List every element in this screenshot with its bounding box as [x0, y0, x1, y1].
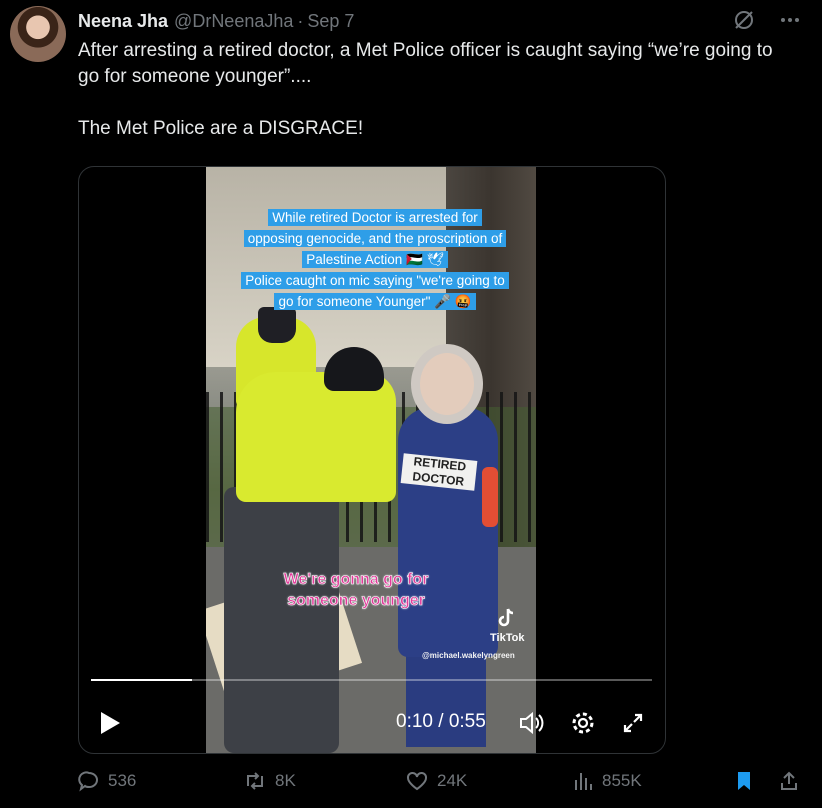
- avatar[interactable]: [10, 6, 66, 62]
- video-player[interactable]: RETIRED DOCTOR While retired Doctor is a…: [78, 166, 666, 754]
- tiktok-watermark: TikTok: [490, 607, 524, 644]
- reply-icon: [78, 771, 98, 792]
- settings-gear-icon[interactable]: [569, 709, 597, 742]
- time-separator: /: [438, 711, 444, 732]
- video-progress-bar[interactable]: [91, 679, 652, 681]
- bookmark-button[interactable]: [734, 770, 754, 792]
- reply-button[interactable]: 536: [78, 770, 136, 792]
- doctor-head: [420, 353, 474, 415]
- like-button[interactable]: 24K: [405, 770, 467, 792]
- caption-line: opposing genocide, and the proscription …: [243, 230, 507, 247]
- subtitle-line: someone younger: [287, 592, 425, 610]
- play-icon[interactable]: [97, 709, 123, 742]
- grok-icon[interactable]: [732, 8, 756, 32]
- author-handle[interactable]: @DrNeenaJha: [174, 11, 293, 32]
- tiktok-brand: TikTok: [490, 632, 525, 644]
- more-options-icon[interactable]: [778, 8, 802, 32]
- author-name[interactable]: Neena Jha: [78, 11, 168, 32]
- repost-icon: [247, 772, 263, 790]
- caption-line: Police caught on mic saying "we're going…: [241, 272, 509, 289]
- tweet-text-line1: After arresting a retired doctor, a Met …: [78, 40, 773, 87]
- bookmark-icon: [738, 772, 750, 790]
- subtitle-line: We're gonna go for: [283, 571, 429, 589]
- video-frame[interactable]: RETIRED DOCTOR While retired Doctor is a…: [206, 167, 536, 753]
- volume-icon[interactable]: [517, 709, 545, 742]
- views-button[interactable]: 855K: [572, 770, 642, 792]
- video-subtitle: We're gonna go for someone younger: [256, 569, 456, 611]
- background-officer-helmet: [258, 307, 296, 343]
- video-caption: While retired Doctor is arrested for opp…: [240, 207, 510, 312]
- post-date[interactable]: Sep 7: [307, 11, 354, 32]
- tweet-actions: 536 8K 24K 855K: [78, 770, 808, 800]
- caption-line: Palestine Action 🇵🇸 🕊: [302, 251, 448, 268]
- reply-count: 536: [108, 771, 137, 790]
- video-controls: 0:10 / 0:55: [79, 703, 665, 743]
- heart-icon: [407, 771, 427, 791]
- caption-line: go for someone Younger" 🎤 🤬: [274, 293, 476, 310]
- repost-count: 8K: [275, 771, 296, 790]
- current-time: 0:10: [396, 711, 433, 732]
- officer-jacket: [236, 372, 396, 502]
- view-count: 855K: [602, 771, 642, 790]
- tweet-text: After arresting a retired doctor, a Met …: [78, 38, 798, 142]
- retired-doctor: [398, 407, 498, 657]
- like-count: 24K: [437, 771, 468, 790]
- tiktok-handle: @michael.wakelyngreen: [422, 651, 515, 660]
- fullscreen-icon[interactable]: [619, 709, 647, 742]
- video-time: 0:10 / 0:55: [396, 711, 486, 733]
- separator-dot: ·: [297, 10, 304, 31]
- video-progress-fill: [91, 679, 192, 681]
- views-icon: [575, 773, 592, 790]
- tiktok-icon: [498, 608, 514, 627]
- repost-button[interactable]: 8K: [243, 770, 296, 792]
- tweet-text-line2: The Met Police are a DISGRACE!: [78, 118, 364, 139]
- share-icon: [781, 771, 797, 790]
- doctor-arm: [482, 467, 498, 527]
- duration: 0:55: [448, 711, 486, 732]
- share-button[interactable]: [778, 770, 800, 792]
- tweet-header: Neena Jha @DrNeenaJha · Sep 7: [78, 10, 354, 32]
- caption-line: While retired Doctor is arrested for: [268, 209, 482, 226]
- top-icons: [732, 8, 802, 32]
